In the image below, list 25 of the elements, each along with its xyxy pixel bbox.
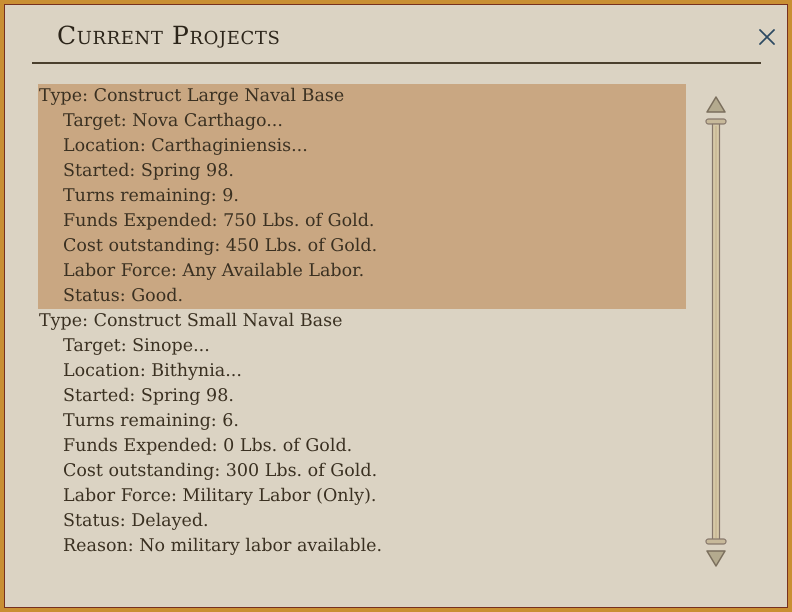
project-detail: Funds Expended: 750 Lbs. of Gold. [62, 210, 376, 233]
project-detail: Turns remaining: 9. [62, 185, 240, 208]
project-detail: Started: Spring 98. [62, 160, 235, 183]
project-entry[interactable] [38, 84, 686, 309]
project-detail: Status: Delayed. [62, 510, 210, 533]
close-icon[interactable] [759, 28, 775, 44]
project-detail: Cost outstanding: 300 Lbs. of Gold. [62, 460, 378, 483]
scroll-up-icon[interactable] [706, 96, 726, 113]
project-detail: Turns remaining: 6. [62, 410, 240, 433]
project-detail: Labor Force: Any Available Labor. [62, 260, 366, 283]
project-detail: Started: Spring 98. [62, 385, 235, 408]
project-detail: Location: Bithynia... [62, 360, 243, 383]
project-detail: Target: Sinope... [62, 335, 211, 358]
project-detail: Reason: No military labor available. [62, 535, 384, 558]
project-type: Type: Construct Small Naval Base [38, 310, 344, 333]
scroll-down-icon[interactable] [706, 550, 726, 567]
project-detail: Funds Expended: 0 Lbs. of Gold. [62, 435, 354, 458]
project-detail: Labor Force: Military Labor (Only). [62, 485, 378, 508]
project-detail: Cost outstanding: 450 Lbs. of Gold. [62, 235, 378, 258]
scroll-track[interactable] [705, 118, 727, 546]
project-detail: Status: Good. [62, 285, 184, 308]
project-detail: Location: Carthaginiensis... [62, 135, 309, 158]
project-type: Type: Construct Large Naval Base [38, 85, 346, 108]
project-detail: Target: Nova Carthago... [62, 110, 284, 133]
window-title: Current Projects [57, 20, 280, 50]
